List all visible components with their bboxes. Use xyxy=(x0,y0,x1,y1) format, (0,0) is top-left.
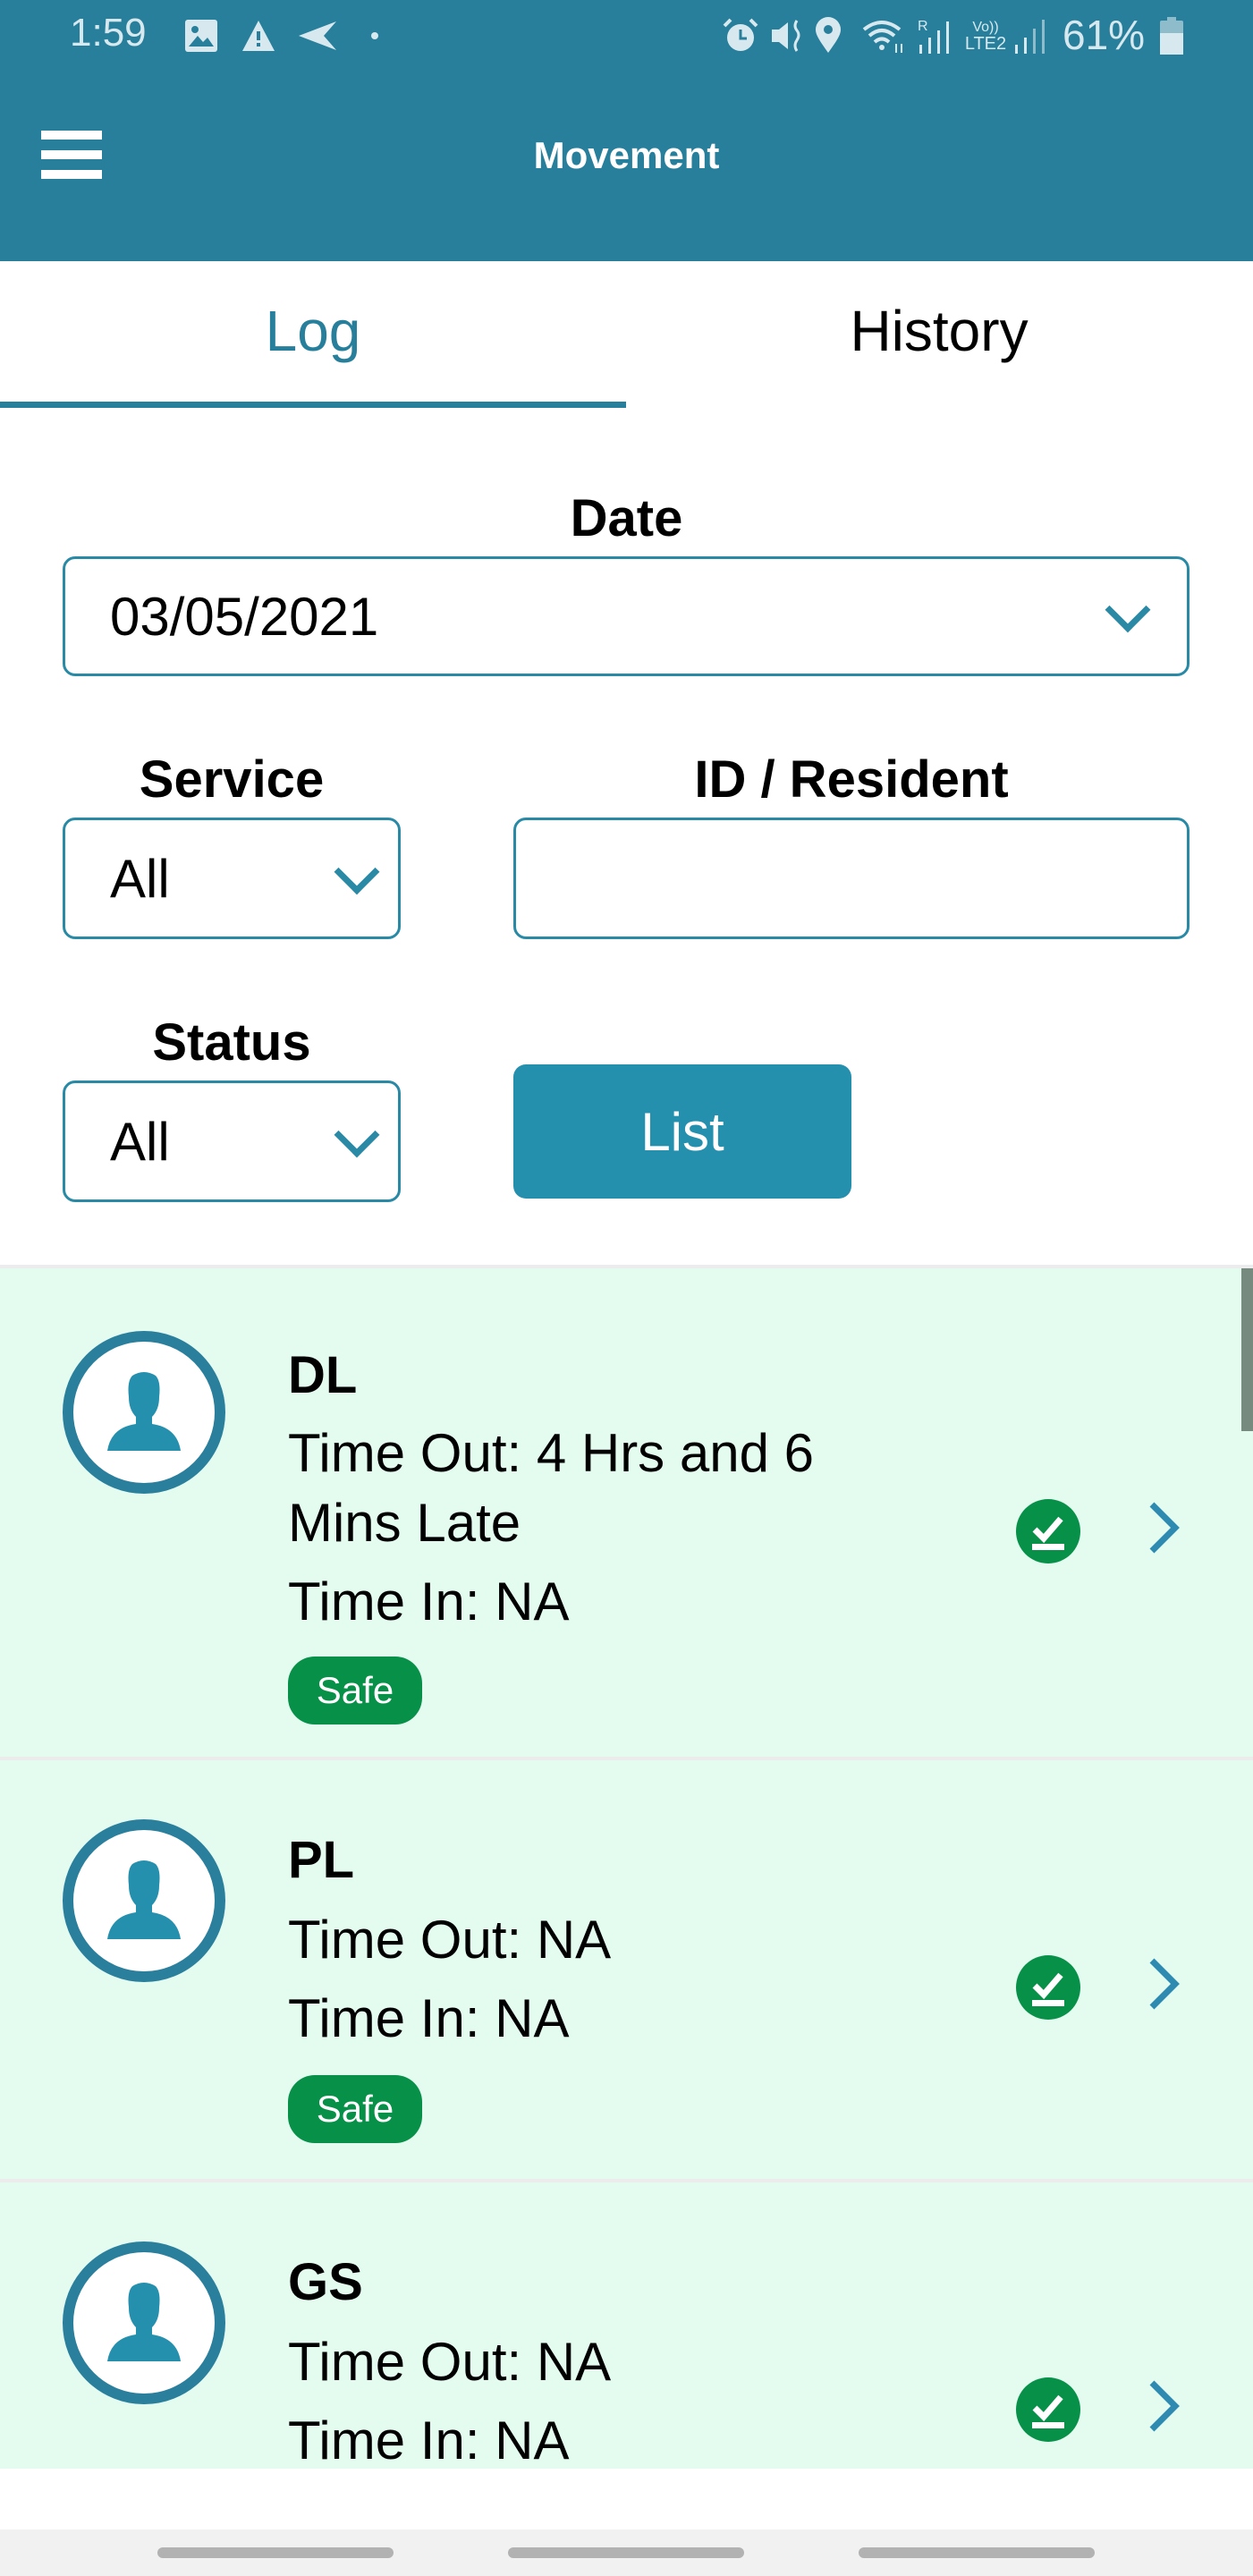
chevron-down-icon xyxy=(334,1112,380,1158)
time-in: Time In: NA xyxy=(288,1988,570,2048)
tab-log[interactable]: Log xyxy=(0,261,626,413)
roaming-label: R xyxy=(918,19,928,34)
avatar xyxy=(63,2241,225,2404)
time-out: Time Out: NA xyxy=(288,1910,612,1970)
send-icon xyxy=(295,16,340,55)
resident-initials: DL xyxy=(288,1346,358,1404)
nav-home-button[interactable] xyxy=(508,2547,744,2558)
status-time: 1:59 xyxy=(70,11,147,55)
date-select[interactable]: 03/05/2021 xyxy=(63,556,1190,676)
resident-input[interactable] xyxy=(513,818,1190,939)
time-in: Time In: NA xyxy=(288,2411,570,2469)
service-label: Service xyxy=(139,750,325,809)
service-value: All xyxy=(110,848,170,909)
page-title: Movement xyxy=(533,134,720,176)
signal-icon xyxy=(1012,16,1048,55)
dot-icon xyxy=(368,16,381,55)
list-item[interactable]: DL Time Out: 4 Hrs and 6 Mins Late Time … xyxy=(0,1268,1253,1760)
tab-history[interactable]: History xyxy=(626,261,1252,413)
check-circle-icon xyxy=(1016,2377,1080,2442)
avatar xyxy=(63,1819,225,1982)
status-label: Status xyxy=(152,1013,311,1072)
resident-initials: GS xyxy=(288,2253,363,2311)
status-bar: 1:59 R Vo)) LTE2 61% xyxy=(0,0,1253,75)
system-nav-bar xyxy=(0,2529,1253,2576)
nav-recents-button[interactable] xyxy=(157,2547,394,2558)
list-item[interactable]: PL Time Out: NA Time In: NA Safe xyxy=(0,1760,1253,2182)
image-icon xyxy=(182,16,220,55)
tab-bar: Log History xyxy=(0,261,1253,413)
check-circle-icon xyxy=(1016,1955,1080,2020)
service-select[interactable]: All xyxy=(63,818,401,939)
date-label: Date xyxy=(570,489,683,547)
status-value: All xyxy=(110,1111,170,1172)
list-scrollbar[interactable] xyxy=(1241,1268,1253,1431)
list-button[interactable]: List xyxy=(513,1064,851,1199)
status-badge: Safe xyxy=(288,2075,422,2143)
signal-r-icon: R xyxy=(916,16,955,55)
status-select[interactable]: All xyxy=(63,1080,401,1202)
chevron-down-icon xyxy=(334,849,380,895)
list-item[interactable]: GS Time Out: NA Time In: NA xyxy=(0,2182,1253,2469)
time-in: Time In: NA xyxy=(288,1572,570,1631)
chevron-down-icon xyxy=(1105,587,1151,633)
alarm-icon xyxy=(721,16,760,55)
vibrate-icon xyxy=(767,16,807,55)
chevron-right-icon[interactable] xyxy=(1147,2379,1182,2433)
bottom-spacer xyxy=(0,2469,1253,2529)
person-icon xyxy=(107,2283,181,2361)
check-circle-icon xyxy=(1016,1499,1080,1563)
wifi-icon xyxy=(860,16,907,55)
app-header: 1:59 R Vo)) LTE2 61% Movement xyxy=(0,0,1253,261)
status-badge: Safe xyxy=(288,1657,422,1724)
person-icon xyxy=(107,1372,181,1451)
chevron-right-icon[interactable] xyxy=(1147,1957,1182,2011)
warning-icon xyxy=(240,16,277,55)
date-value: 03/05/2021 xyxy=(110,586,379,647)
resident-list: DL Time Out: 4 Hrs and 6 Mins Late Time … xyxy=(0,1265,1253,2469)
avatar xyxy=(63,1331,225,1494)
resident-initials: PL xyxy=(288,1831,355,1889)
lte-label: LTE2 xyxy=(964,34,1007,54)
nav-back-button[interactable] xyxy=(859,2547,1095,2558)
location-icon xyxy=(812,16,844,55)
resident-label: ID / Resident xyxy=(694,750,1009,809)
time-out: Time Out: NA xyxy=(288,2332,612,2392)
person-icon xyxy=(107,1860,181,1939)
battery-percent: 61% xyxy=(1063,12,1146,58)
chevron-right-icon[interactable] xyxy=(1147,1501,1182,1555)
time-out: Time Out: 4 Hrs and 6 Mins Late xyxy=(288,1423,814,1553)
volte-lte2-icon: Vo)) LTE2 xyxy=(962,16,1009,55)
battery-icon xyxy=(1159,16,1184,55)
